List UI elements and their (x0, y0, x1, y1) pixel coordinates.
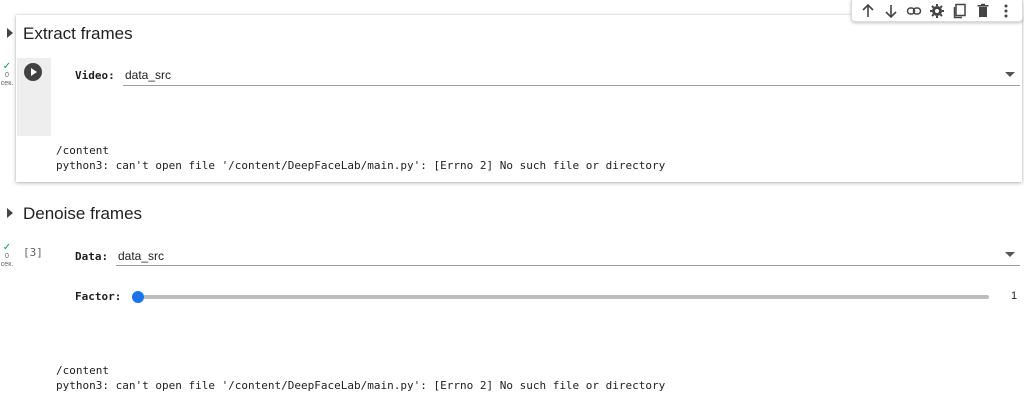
copy-link-button[interactable] (905, 2, 923, 20)
cell-output-line: /content (56, 144, 109, 157)
video-dropdown-value[interactable]: data_src (125, 68, 171, 82)
factor-slider-thumb[interactable] (132, 291, 144, 303)
link-icon (906, 6, 922, 15)
gear-icon (929, 3, 944, 18)
execution-status: ✓ 0 сек. (0, 243, 14, 269)
move-up-button[interactable] (859, 2, 877, 20)
cell-output-error: python3: can't open file '/content/DeepF… (56, 379, 666, 392)
status-seconds: 0 (5, 72, 9, 79)
trash-icon (977, 3, 989, 17)
section-collapse-arrow-icon[interactable] (7, 28, 13, 38)
arrow-up-icon (861, 3, 874, 17)
section-collapse-arrow-icon[interactable] (7, 208, 13, 218)
section-title-extract-frames: Extract frames (23, 24, 133, 43)
check-icon: ✓ (2, 242, 12, 253)
move-down-button[interactable] (882, 2, 900, 20)
data-dropdown[interactable] (116, 265, 1020, 266)
status-seconds: 0 (5, 253, 9, 260)
data-label: Data: (75, 250, 109, 263)
video-label: Video: (75, 69, 115, 82)
cell-toolbar (851, 0, 1023, 22)
section-title-denoise-frames: Denoise frames (23, 204, 143, 223)
factor-slider-track[interactable] (135, 295, 989, 299)
video-dropdown[interactable] (123, 85, 1020, 86)
code-cell-extract-frames[interactable] (16, 15, 1022, 182)
arrow-down-icon (885, 4, 897, 18)
mirror-cell-button[interactable] (951, 2, 969, 20)
delete-cell-button[interactable] (974, 2, 992, 20)
more-options-button[interactable] (997, 2, 1015, 20)
chevron-down-icon[interactable] (1005, 252, 1015, 257)
factor-label: Factor: (75, 290, 122, 303)
data-dropdown-value[interactable]: data_src (118, 249, 164, 263)
more-vert-icon (1004, 4, 1008, 17)
chevron-down-icon[interactable] (1005, 72, 1015, 77)
mirror-cell-icon (953, 3, 966, 18)
status-unit: сек. (0, 80, 14, 87)
factor-value: 1 (1011, 290, 1018, 302)
execution-status: ✓ 0 сек. (0, 62, 14, 88)
run-cell-button[interactable] (24, 63, 42, 81)
settings-button[interactable] (928, 2, 946, 20)
cell-output-error: python3: can't open file '/content/DeepF… (56, 159, 666, 172)
execution-count: [3] (23, 246, 43, 259)
status-unit: сек. (0, 261, 14, 268)
check-icon: ✓ (2, 61, 12, 72)
cell-output-line: /content (56, 364, 109, 377)
